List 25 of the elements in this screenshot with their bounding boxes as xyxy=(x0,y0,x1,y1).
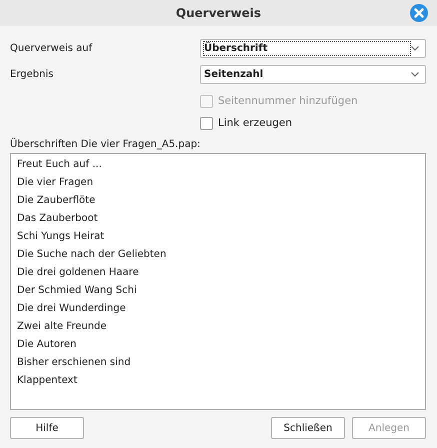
field-label: Querverweis auf xyxy=(10,42,94,54)
list-item[interactable]: Die Autoren xyxy=(17,339,419,357)
list-item[interactable]: Die Zauberflöte xyxy=(17,195,419,213)
field-label: Ergebnis xyxy=(10,68,54,80)
list-item[interactable]: Die drei Wunderdinge xyxy=(17,303,419,321)
list-item[interactable]: Das Zauberboot xyxy=(17,213,419,231)
caret-icon xyxy=(411,72,419,76)
dropdown[interactable]: Überschrift xyxy=(200,38,426,58)
list-item[interactable]: Zwei alte Freunde xyxy=(17,321,419,339)
list-item[interactable]: Die Suche nach der Geliebten xyxy=(17,249,419,267)
checkbox[interactable]: Link erzeugen xyxy=(200,116,292,130)
list-item[interactable]: Freut Euch auf ... xyxy=(17,159,419,177)
list-item[interactable]: Die vier Fragen xyxy=(17,177,419,195)
list-item[interactable]: Der Schmied Wang Schi xyxy=(17,285,419,303)
list-item[interactable]: Schi Yungs Heirat xyxy=(17,231,419,249)
list-item[interactable]: Die drei goldenen Haare xyxy=(17,267,419,285)
dropdown[interactable]: Seitenzahl xyxy=(200,64,426,84)
close-icon[interactable] xyxy=(410,4,428,22)
help-button[interactable]: Hilfe xyxy=(10,417,84,439)
window-title: Querverweis xyxy=(176,6,262,20)
caret-icon xyxy=(411,46,419,50)
list-item[interactable]: Klappentext xyxy=(17,375,419,393)
list-heading: Überschriften Die vier Fragen_A5.pap: xyxy=(10,139,202,152)
dialog-button[interactable]: Schließen xyxy=(271,417,345,439)
list-item[interactable]: Bisher erschienen sind xyxy=(17,357,419,375)
